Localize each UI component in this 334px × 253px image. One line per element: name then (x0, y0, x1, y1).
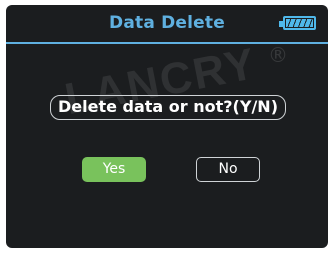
battery-level (286, 19, 313, 27)
battery-full-icon (279, 16, 316, 30)
device-screen: Data Delete LANCRY ® Delete data or not?… (6, 5, 328, 248)
yes-button[interactable]: Yes (82, 157, 146, 182)
battery-tip (279, 21, 283, 27)
title-bar: Data Delete (6, 5, 328, 43)
no-button[interactable]: No (196, 157, 260, 182)
registered-mark: ® (268, 43, 288, 67)
delete-prompt: Delete data or not?(Y/N) (50, 95, 286, 120)
